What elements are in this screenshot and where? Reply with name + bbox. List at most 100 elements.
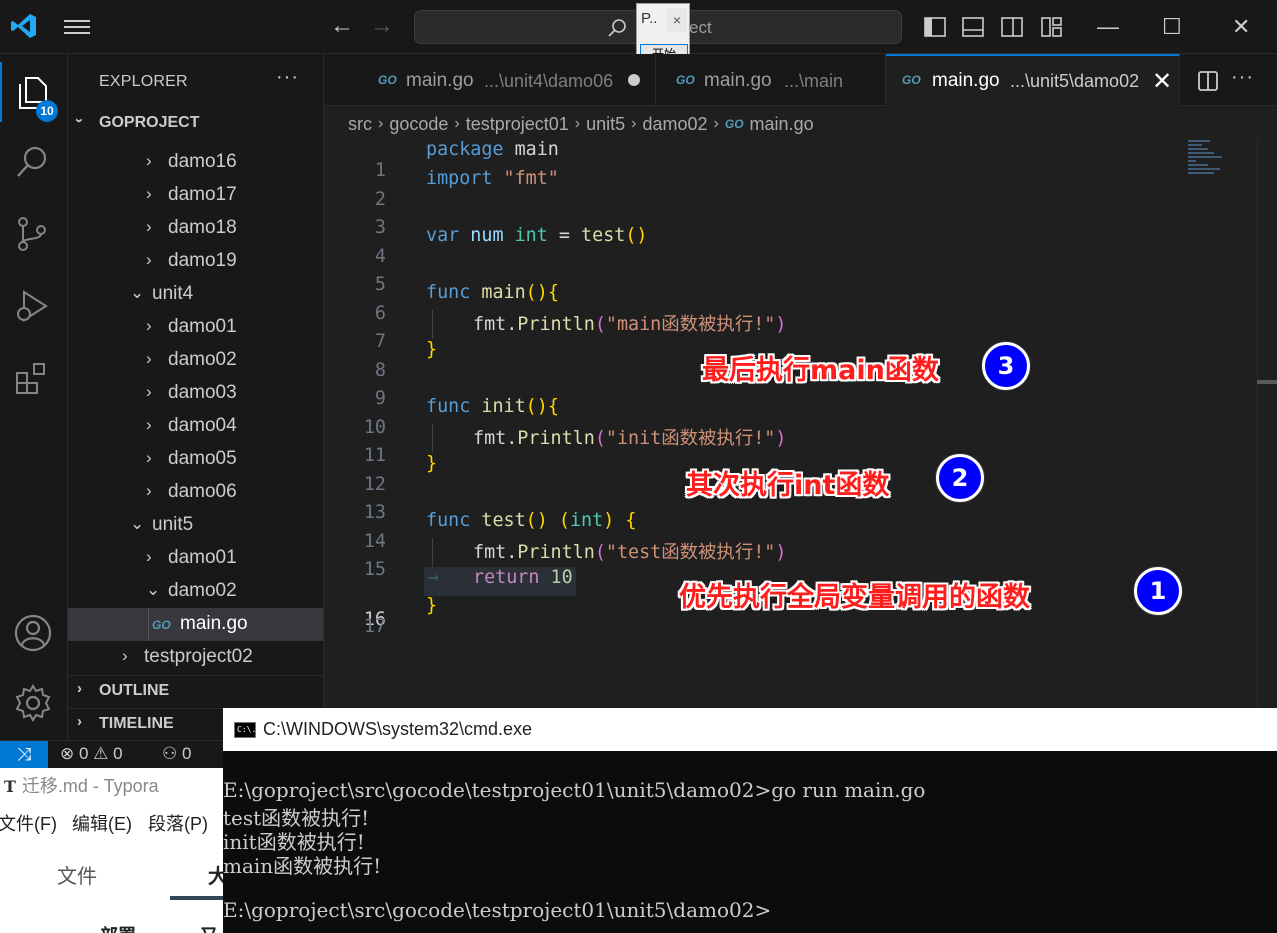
tree-folder-unit4[interactable]: ⌄ unit4 <box>68 278 323 311</box>
tree-item-label: damo02 <box>168 349 237 370</box>
breadcrumb-damo02[interactable]: damo02 <box>642 114 707 135</box>
code-line: 14 func test() (int) { <box>324 510 1184 552</box>
search-icon <box>608 19 626 37</box>
tree-folder-damo01[interactable]: › damo01 <box>68 311 323 344</box>
chevron-right-icon: › <box>146 547 152 566</box>
tree-item-label: unit5 <box>152 514 194 535</box>
annotation-1-badge: 1 <box>1134 567 1182 615</box>
editor-more-actions-button[interactable]: ··· <box>1231 66 1254 89</box>
tree-folder-damo01[interactable]: › damo01 <box>68 542 323 575</box>
tree-folder-damo02[interactable]: › damo02 <box>68 344 323 377</box>
customize-layout-icon[interactable] <box>1041 16 1063 38</box>
hamburger-menu-icon[interactable] <box>64 16 90 38</box>
tree-folder-damo17[interactable]: › damo17 <box>68 179 323 212</box>
manage-button[interactable] <box>0 672 68 732</box>
typora-menu-file[interactable]: 文件(F) <box>0 810 57 836</box>
package-ref: fmt <box>473 314 507 335</box>
typora-menu-edit[interactable]: 编辑(E) <box>72 810 132 836</box>
tree-file-main-go[interactable]: GO main.go <box>68 608 323 641</box>
back-arrow-icon[interactable]: ← <box>330 12 354 40</box>
cmd-title-bar[interactable]: C:\. C:\WINDOWS\system32\cmd.exe <box>223 708 1277 751</box>
dot: . <box>506 314 518 335</box>
toggle-secondary-sidebar-icon[interactable] <box>1001 16 1023 38</box>
problems-status[interactable]: ⊗ 0 ⚠ 0 <box>60 744 123 764</box>
typora-menu-paragraph[interactable]: 段落(P) <box>148 810 208 836</box>
operator: = <box>558 225 570 246</box>
keyword: func <box>426 510 471 531</box>
tree-item-label: damo03 <box>168 382 237 403</box>
chevron-right-icon: › <box>77 713 82 730</box>
chevron-right-icon: › <box>146 316 152 335</box>
explorer-view-button[interactable]: 10 <box>0 62 68 122</box>
ports-status[interactable]: ⚇ 0 <box>162 744 191 764</box>
unsaved-dot-icon[interactable] <box>628 74 640 86</box>
breadcrumb-src[interactable]: src <box>348 114 372 135</box>
chevron-right-icon: › <box>122 646 128 665</box>
explorer-title: EXPLORER <box>99 73 188 90</box>
tree-folder-damo05[interactable]: › damo05 <box>68 443 323 476</box>
editor-tab-bar: GO main.go ...\unit4\damo06 GO main.go .… <box>324 54 1277 107</box>
tab-main-go-unit4[interactable]: GO main.go ...\unit4\damo06 <box>358 54 656 106</box>
accounts-button[interactable] <box>0 602 68 662</box>
tree-folder-damo19[interactable]: › damo19 <box>68 245 323 278</box>
type: int <box>514 225 548 246</box>
chevron-down-icon: › <box>71 118 88 123</box>
source-control-view-button[interactable] <box>0 204 68 264</box>
function-name: init <box>481 396 526 417</box>
toggle-primary-sidebar-icon[interactable] <box>924 16 946 38</box>
tree-folder-damo06[interactable]: › damo06 <box>68 476 323 509</box>
cmd-window[interactable]: C:\. C:\WINDOWS\system32\cmd.exe E:\gopr… <box>223 708 1277 933</box>
minimize-button[interactable]: — <box>1097 14 1119 40</box>
tree-folder-unit5[interactable]: ⌄ unit5 <box>68 509 323 542</box>
typora-text: 又 <box>200 922 218 933</box>
tab-main-go-unit5-active[interactable]: GO main.go ...\unit5\damo02 ✕ <box>886 54 1180 107</box>
scrollbar-thumb[interactable] <box>1257 380 1277 384</box>
tree-folder-damo04[interactable]: › damo04 <box>68 410 323 443</box>
split-editor-icon[interactable] <box>1197 70 1219 92</box>
tree-item-label: damo16 <box>168 151 237 172</box>
forward-arrow-icon[interactable]: → <box>370 12 394 40</box>
bracket: ) <box>775 428 787 449</box>
close-tab-icon[interactable]: ✕ <box>1152 67 1172 96</box>
scrollbar-track[interactable] <box>1257 138 1258 708</box>
tree-folder-damo16[interactable]: › damo16 <box>68 146 323 179</box>
project-section-header[interactable]: › GOPROJECT <box>68 108 323 138</box>
minimap[interactable] <box>1188 138 1248 178</box>
tree-folder-damo03[interactable]: › damo03 <box>68 377 323 410</box>
package-ref: fmt <box>473 428 507 449</box>
tree-folder-testproject02[interactable]: › testproject02 <box>68 641 323 674</box>
tree-item-label: unit4 <box>152 283 194 304</box>
code-editor[interactable]: 1 package main 2 import "fmt" 3 4 var nu… <box>324 138 1277 708</box>
breadcrumb-main-go[interactable]: main.go <box>750 114 814 135</box>
close-window-button[interactable]: ✕ <box>1232 14 1250 40</box>
indent-guide <box>432 310 433 339</box>
code-line: 1 package main <box>324 139 1184 181</box>
type: int <box>569 510 604 531</box>
breadcrumb-gocode[interactable]: gocode <box>389 114 448 135</box>
cmd-output-line: E:\goproject\src\gocode\testproject01\un… <box>223 778 926 802</box>
explorer-more-actions-button[interactable]: ··· <box>276 66 299 89</box>
tree-item-label: damo18 <box>168 217 237 238</box>
extensions-view-button[interactable] <box>0 348 68 408</box>
tree-folder-damo18[interactable]: › damo18 <box>68 212 323 245</box>
popup-close-button[interactable]: × <box>667 8 687 32</box>
bracket: { <box>547 282 559 303</box>
breadcrumb-unit5[interactable]: unit5 <box>586 114 625 135</box>
explorer-badge: 10 <box>36 100 58 122</box>
search-view-button[interactable] <box>0 132 68 192</box>
keyword: func <box>426 396 471 417</box>
vscode-logo-icon[interactable] <box>10 12 38 40</box>
tree-folder-damo02[interactable]: ⌄ damo02 <box>68 575 323 608</box>
toggle-panel-icon[interactable] <box>962 16 984 38</box>
chevron-right-icon: › <box>146 481 152 500</box>
typora-files-tab[interactable]: 文件 <box>57 860 97 889</box>
string-literal: "fmt" <box>503 168 559 189</box>
maximize-button[interactable]: ☐ <box>1162 14 1182 40</box>
remote-indicator-button[interactable]: ⤨ <box>0 741 48 769</box>
tab-main-go-main[interactable]: GO main.go ...\main <box>656 54 886 106</box>
run-debug-view-button[interactable] <box>0 276 68 336</box>
outline-section-header[interactable]: › OUTLINE <box>68 675 323 705</box>
breadcrumb-testproject01[interactable]: testproject01 <box>466 114 569 135</box>
dot: . <box>506 428 518 449</box>
bracket: () <box>525 396 548 417</box>
